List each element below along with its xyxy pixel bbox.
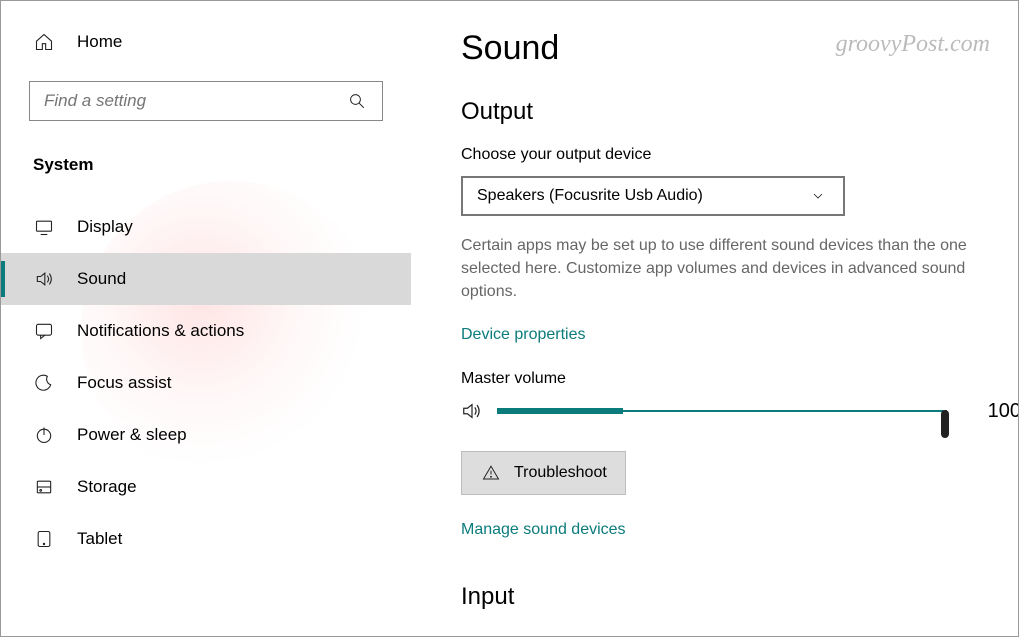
troubleshoot-button[interactable]: Troubleshoot [461, 451, 626, 495]
home-label: Home [77, 32, 122, 52]
master-volume-slider[interactable] [497, 400, 947, 422]
chevron-down-icon [807, 185, 829, 207]
sidebar-item-tablet[interactable]: Tablet [1, 513, 411, 565]
sidebar-item-label: Notifications & actions [77, 321, 244, 341]
search-input[interactable] [44, 91, 319, 111]
sidebar-item-notifications[interactable]: Notifications & actions [1, 305, 411, 357]
input-heading: Input [461, 583, 988, 611]
sidebar-item-label: Power & sleep [77, 425, 187, 445]
display-icon [33, 216, 55, 238]
tablet-icon [33, 528, 55, 550]
search-icon [346, 90, 368, 112]
slider-track [497, 410, 947, 412]
slider-fill [497, 408, 623, 414]
master-volume-value: 100 [961, 400, 1018, 423]
sidebar-item-display[interactable]: Display [1, 201, 411, 253]
sidebar-section-label: System [1, 149, 411, 201]
sidebar-item-label: Display [77, 217, 133, 237]
master-volume-label: Master volume [461, 370, 988, 388]
sidebar-item-storage[interactable]: Storage [1, 461, 411, 513]
sidebar-item-sound[interactable]: Sound [1, 253, 411, 305]
sidebar: Home System Display Sound Notifica [1, 1, 411, 636]
home-button[interactable]: Home [1, 21, 411, 63]
manage-sound-devices-link[interactable]: Manage sound devices [461, 521, 626, 539]
volume-icon[interactable] [461, 400, 483, 422]
output-heading: Output [461, 98, 988, 126]
output-helper-text: Certain apps may be set up to use differ… [461, 234, 988, 304]
master-volume-row: 100 [461, 400, 1018, 423]
slider-thumb[interactable] [941, 410, 949, 438]
sidebar-item-power-sleep[interactable]: Power & sleep [1, 409, 411, 461]
main-content: groovyPost.com Sound Output Choose your … [411, 1, 1018, 636]
dropdown-selected-value: Speakers (Focusrite Usb Audio) [477, 187, 703, 205]
sidebar-item-label: Storage [77, 477, 137, 497]
sidebar-item-label: Tablet [77, 529, 122, 549]
home-icon [33, 31, 55, 53]
search-input-container[interactable] [29, 81, 383, 121]
watermark: groovyPost.com [836, 31, 990, 58]
choose-output-label: Choose your output device [461, 146, 988, 164]
warning-icon [480, 462, 502, 484]
sidebar-item-label: Focus assist [77, 373, 171, 393]
notifications-icon [33, 320, 55, 342]
power-icon [33, 424, 55, 446]
sidebar-item-focus-assist[interactable]: Focus assist [1, 357, 411, 409]
sound-icon [33, 268, 55, 290]
output-device-dropdown[interactable]: Speakers (Focusrite Usb Audio) [461, 176, 845, 216]
troubleshoot-label: Troubleshoot [514, 464, 607, 482]
storage-icon [33, 476, 55, 498]
device-properties-link[interactable]: Device properties [461, 326, 586, 344]
sidebar-item-label: Sound [77, 269, 126, 289]
focus-assist-icon [33, 372, 55, 394]
